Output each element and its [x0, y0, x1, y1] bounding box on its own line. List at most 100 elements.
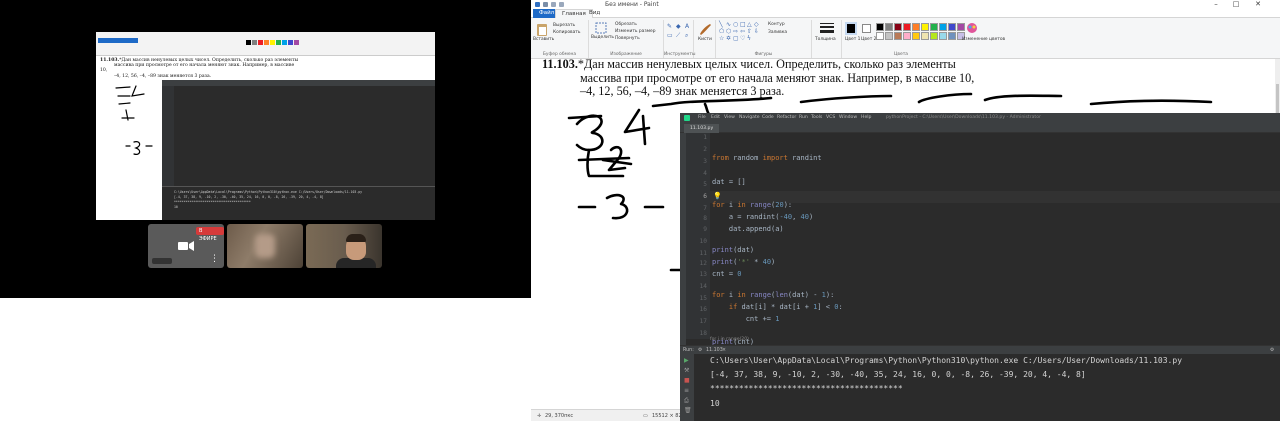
mini-output-line: **************************************** [174, 200, 251, 204]
code-line: for i in range(len(dat) - 1): [712, 291, 835, 299]
pycharm-window: File Edit View Navigate Code Refactor Ru… [680, 113, 1280, 421]
menu-code[interactable]: Code [762, 113, 774, 123]
code-line: from random import randint [712, 154, 822, 162]
shared-screen-preview: 11.103.*Дан массив ненулевых целых чисел… [96, 32, 435, 220]
code-line: for i in range(20): [712, 201, 793, 209]
print-icon[interactable]: ⎙ [684, 398, 690, 404]
mini-swatch [282, 40, 287, 45]
output-command: C:\Users\User\AppData\Local\Programs\Pyt… [710, 356, 1183, 365]
python-icon: ⚙ [698, 348, 703, 353]
line-number: 1 [703, 134, 707, 141]
run-panel-settings-icon[interactable]: ⚙ [1270, 346, 1274, 355]
output-array: [-4, 37, 38, 9, -10, 2, -30, -40, 35, 24… [710, 370, 1086, 379]
menu-help[interactable]: Help [861, 113, 871, 123]
mini-ide-gutter [162, 86, 174, 186]
menu-navigate[interactable]: Navigate [739, 113, 760, 123]
trash-icon[interactable]: 🗑 [684, 408, 692, 414]
mini-swatch [288, 40, 293, 45]
mini-swatch [276, 40, 281, 45]
mini-ide: C:\Users\User\AppData\Local\Programs\Pyt… [162, 80, 435, 220]
mini-swatch [258, 40, 263, 45]
menu-refactor[interactable]: Refactor [777, 113, 796, 123]
stop-icon[interactable]: ■ [684, 378, 690, 384]
line-number: 4 [703, 170, 707, 177]
mini-ide-menubar [162, 80, 435, 86]
line-number: 14 [699, 283, 707, 290]
mini-swatch [294, 40, 299, 45]
menu-window[interactable]: Window [839, 113, 857, 123]
code-line: cnt = 0 [712, 270, 742, 278]
run-config-tab[interactable]: 11.103 [706, 346, 723, 355]
code-line: print(dat) [712, 246, 755, 254]
mini-paint-ribbon [96, 32, 435, 56]
run-output: C:\Users\User\AppData\Local\Programs\Pyt… [710, 355, 1280, 421]
output-result: 10 [710, 399, 720, 408]
more-options-icon[interactable]: ⋮ [210, 254, 219, 264]
ide-menubar: File Edit View Navigate Code Refactor Ru… [680, 113, 1280, 123]
live-badge: В ЭФИРЕ [196, 227, 224, 242]
mini-output-line: C:\Users\User\AppData\Local\Programs\Pyt… [174, 190, 363, 194]
line-number: 2 [703, 146, 707, 153]
cursor-position: 29, 370пкс [545, 413, 574, 419]
video-call-window: 11.103.*Дан массив ненулевых целых чисел… [0, 0, 531, 298]
editor-tabs: 11.103.py [680, 123, 1280, 133]
mini-swatch [252, 40, 257, 45]
menu-edit[interactable]: Edit [711, 113, 720, 123]
code-line: if dat[i] * dat[i + 1] < 0: [728, 303, 843, 311]
pycharm-logo-icon [684, 115, 690, 121]
mic-indicator [152, 258, 172, 264]
menu-tools[interactable]: Tools [811, 113, 822, 123]
menu-vcs[interactable]: VCS [826, 113, 835, 123]
line-number: 7 [703, 205, 707, 212]
screen: 11.103.*Дан массив ненулевых целых чисел… [0, 0, 1280, 421]
line-number: 16 [699, 306, 707, 313]
breadcrumb[interactable]: for i in range(20) [710, 335, 1280, 345]
mini-swatch [246, 40, 251, 45]
line-number: 8 [703, 215, 707, 222]
line-number: 5 [703, 181, 707, 188]
menu-file[interactable]: File [698, 113, 706, 123]
line-number: 6 [703, 193, 707, 200]
participant-tile-teacher[interactable] [306, 224, 382, 268]
code-line: print('*' * 40) [712, 258, 776, 266]
line-number: 10 [699, 238, 707, 245]
line-number: 9 [703, 226, 707, 233]
line-number: 3 [703, 158, 707, 165]
participant-tile-self[interactable]: В ЭФИРЕ ⋮ [148, 224, 224, 268]
line-number: 18 [699, 330, 707, 337]
participant-video [255, 234, 275, 258]
line-number: 13 [699, 271, 707, 278]
wrench-icon[interactable]: ⚒ [684, 368, 690, 374]
mini-swatch [264, 40, 269, 45]
mini-ide-output: C:\Users\User\AppData\Local\Programs\Pyt… [174, 190, 362, 210]
line-number: 17 [699, 318, 707, 325]
menu-run[interactable]: Run [799, 113, 808, 123]
camera-icon [178, 241, 194, 251]
close-run-tab-icon[interactable]: × [722, 346, 726, 355]
canvas-size-icon: ▭ [643, 413, 648, 419]
participant-tile-blurred[interactable] [227, 224, 303, 268]
participant-hair [346, 234, 366, 242]
rerun-icon[interactable]: ▶ [684, 358, 690, 364]
line-number: 15 [699, 295, 707, 302]
line-number: 12 [699, 260, 707, 267]
output-stars: **************************************** [710, 384, 903, 393]
cursor-position-icon: ✛ [537, 413, 542, 419]
ide-project-title: pythonProject - C:\Users\User\Downloads\… [886, 115, 1041, 120]
editor-tab-file[interactable]: 11.103.py [684, 124, 720, 133]
line-number: 11 [699, 250, 707, 257]
code-editor[interactable]: from random import randint dat = [] for … [712, 133, 1272, 346]
run-panel-header: Run: ⚙ 11.103 × ⚙ [680, 345, 1280, 354]
mini-output-line: [-4, 37, 38, 9, -10, 2, -30, -40, 35, 24… [174, 195, 324, 199]
mini-swatch [270, 40, 275, 45]
code-line: a = randint(-40, 40) [712, 213, 814, 221]
empty-area [0, 298, 531, 421]
code-line: cnt += 1 [712, 315, 780, 323]
code-line: dat = [] [712, 178, 746, 186]
mini-output-line: 10 [174, 205, 178, 209]
run-panel-toolbar: ▶ ⚒ ■ ≡ ⎙ 🗑 [680, 354, 694, 421]
soft-wrap-icon[interactable]: ≡ [684, 388, 690, 394]
code-line: dat.append(a) [712, 225, 784, 233]
menu-view[interactable]: View [724, 113, 735, 123]
mini-file-tab [98, 38, 138, 43]
